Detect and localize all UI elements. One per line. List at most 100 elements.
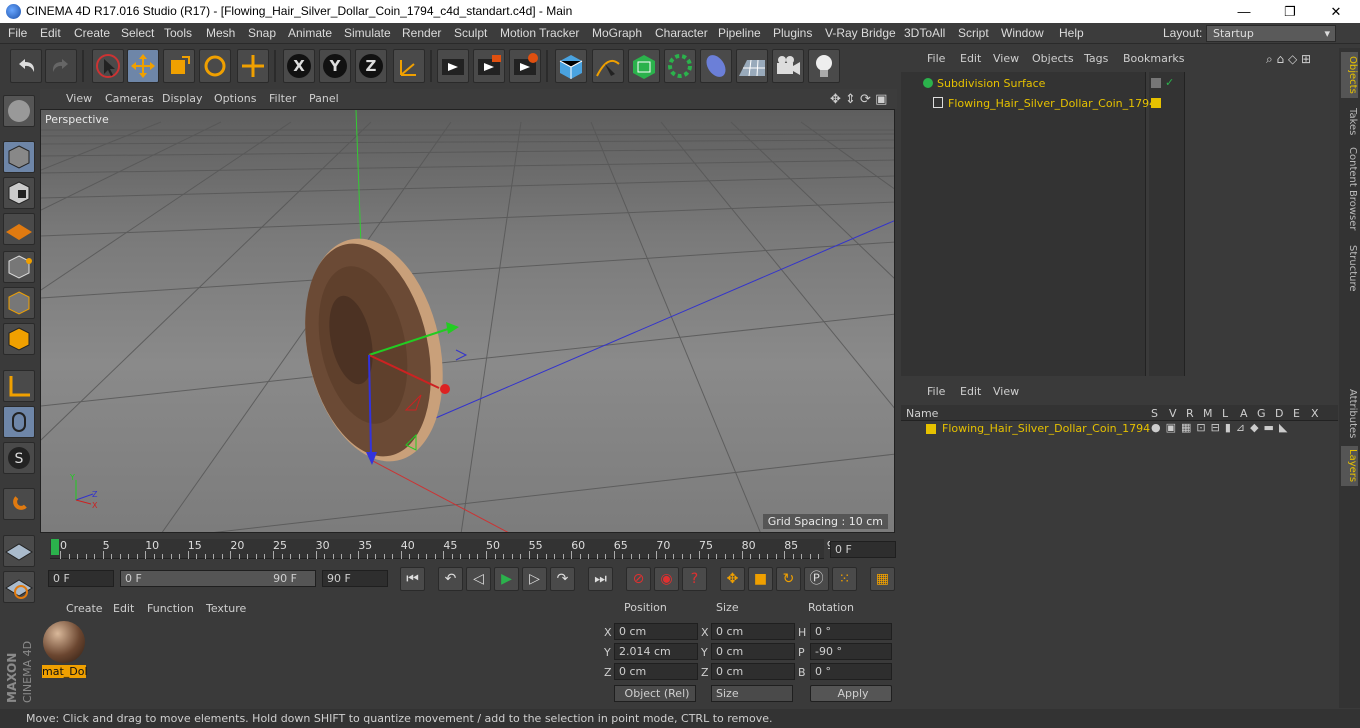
y-axis-lock-button[interactable]: Y xyxy=(319,49,351,83)
menu-create[interactable]: Create xyxy=(74,26,110,40)
redo-button[interactable] xyxy=(45,49,77,83)
rotation-b-field[interactable]: 0 ° xyxy=(810,663,892,680)
recent-tool-button[interactable] xyxy=(237,49,269,83)
cube-object-button[interactable] xyxy=(555,49,587,83)
render-picture-viewer-button[interactable] xyxy=(473,49,505,83)
object-coin[interactable]: Flowing_Hair_Silver_Dollar_Coin_1794 xyxy=(948,97,1156,110)
go-to-start-button[interactable]: ⏮ xyxy=(400,567,425,591)
size-z-field[interactable]: 0 cm xyxy=(711,663,795,680)
z-axis-lock-button[interactable]: Z xyxy=(355,49,387,83)
menu-pipeline[interactable]: Pipeline xyxy=(718,26,761,40)
menu-script[interactable]: Script xyxy=(958,26,989,40)
menu-help[interactable]: Help xyxy=(1059,26,1084,40)
layer-color-swatch[interactable] xyxy=(1151,98,1161,108)
viewport-menu-display[interactable]: Display xyxy=(162,92,203,105)
move-tool-button[interactable] xyxy=(127,49,159,83)
menu-snap[interactable]: Snap xyxy=(248,26,276,40)
layout-dropdown[interactable]: Startup ▾ xyxy=(1206,25,1336,42)
menu-animate[interactable]: Animate xyxy=(288,26,332,40)
menu-mesh[interactable]: Mesh xyxy=(206,26,235,40)
viewport-nav-icons[interactable]: ✥ ⇕ ⟳ ▣ xyxy=(830,92,887,107)
points-mode-button[interactable] xyxy=(3,251,35,283)
start-frame-field[interactable]: 0 F xyxy=(48,570,114,587)
tab-attributes[interactable]: Attributes xyxy=(1341,384,1358,444)
search-icon[interactable]: ⌕ ⌂ ◇ ⊞ xyxy=(1266,52,1311,67)
frame-range-slider[interactable]: 0 F 90 F xyxy=(120,570,316,587)
snap-button[interactable] xyxy=(3,488,35,520)
material-swatch[interactable]: mat_Dol xyxy=(42,620,88,678)
check-icon[interactable]: ✓ xyxy=(1165,76,1174,89)
viewport-menu-options[interactable]: Options xyxy=(214,92,256,105)
viewport-perspective[interactable]: Y Z X Perspective Grid Spacing : 10 cm xyxy=(40,109,895,533)
subdivision-surface-button[interactable] xyxy=(628,49,660,83)
floor-button[interactable] xyxy=(736,49,768,83)
apply-button[interactable]: Apply xyxy=(810,685,892,702)
coordinate-system-button[interactable] xyxy=(393,49,425,83)
solo-button[interactable]: S xyxy=(3,442,35,474)
coord-mode-dropdown[interactable]: Object (Rel) xyxy=(614,685,696,702)
timeline-window-button[interactable]: ▦ xyxy=(870,567,895,591)
menu-mograph[interactable]: MoGraph xyxy=(592,26,642,40)
light-button[interactable] xyxy=(808,49,840,83)
menu-tools[interactable]: Tools xyxy=(164,26,192,40)
objects-menu-objects[interactable]: Objects xyxy=(1032,52,1074,65)
object-subdivision-surface[interactable]: Subdivision Surface xyxy=(937,77,1045,90)
position-y-field[interactable]: 2.014 cm xyxy=(614,643,698,660)
edges-mode-button[interactable] xyxy=(3,287,35,319)
key-scale-button[interactable]: ■ xyxy=(748,567,773,591)
next-frame-button[interactable]: ▷ xyxy=(522,567,547,591)
objects-menu-tags[interactable]: Tags xyxy=(1084,52,1108,65)
viewport-menu-view[interactable]: View xyxy=(66,92,92,105)
workplane-mode-button[interactable] xyxy=(3,213,35,245)
undo-button[interactable] xyxy=(10,49,42,83)
next-key-button[interactable]: ↷ xyxy=(550,567,575,591)
rotate-tool-button[interactable] xyxy=(199,49,231,83)
viewport-menu-panel[interactable]: Panel xyxy=(309,92,339,105)
key-parameter-button[interactable]: Ⓟ xyxy=(804,567,829,591)
menu-vray-bridge[interactable]: V-Ray Bridge xyxy=(825,26,896,40)
layer-row-coin[interactable]: Flowing_Hair_Silver_Dollar_Coin_1794 xyxy=(942,422,1150,435)
polygons-mode-button[interactable] xyxy=(3,323,35,355)
layers-menu-file[interactable]: File xyxy=(927,385,945,398)
rotation-p-field[interactable]: -90 ° xyxy=(810,643,892,660)
key-pla-button[interactable]: ⁙ xyxy=(832,567,857,591)
position-x-field[interactable]: 0 cm xyxy=(614,623,698,640)
texture-mode-button[interactable] xyxy=(3,177,35,209)
tab-content-browser[interactable]: Content Browser xyxy=(1341,144,1358,234)
model-mode-button[interactable] xyxy=(3,141,35,173)
key-rotation-button[interactable]: ↻ xyxy=(776,567,801,591)
menu-motion-tracker[interactable]: Motion Tracker xyxy=(500,26,579,40)
objects-menu-edit[interactable]: Edit xyxy=(960,52,981,65)
axis-mode-button[interactable] xyxy=(3,370,35,402)
pen-spline-button[interactable] xyxy=(592,49,624,83)
menu-window[interactable]: Window xyxy=(1001,26,1044,40)
viewport-menu-cameras[interactable]: Cameras xyxy=(105,92,154,105)
live-selection-button[interactable] xyxy=(92,49,124,83)
menu-plugins[interactable]: Plugins xyxy=(773,26,812,40)
previous-key-button[interactable]: ↶ xyxy=(438,567,463,591)
menu-file[interactable]: File xyxy=(8,26,27,40)
array-button[interactable] xyxy=(664,49,696,83)
layer-color-swatch[interactable] xyxy=(926,424,936,434)
go-to-end-button[interactable]: ⏭ xyxy=(588,567,613,591)
menu-sculpt[interactable]: Sculpt xyxy=(454,26,487,40)
current-frame-field[interactable]: 0 F xyxy=(830,541,896,558)
x-axis-lock-button[interactable]: X xyxy=(283,49,315,83)
camera-button[interactable] xyxy=(772,49,804,83)
layers-menu-view[interactable]: View xyxy=(993,385,1019,398)
material-menu-texture[interactable]: Texture xyxy=(206,602,246,615)
layers-menu-edit[interactable]: Edit xyxy=(960,385,981,398)
previous-frame-button[interactable]: ◁ xyxy=(466,567,491,591)
objects-menu-file[interactable]: File xyxy=(927,52,945,65)
viewport-menu-filter[interactable]: Filter xyxy=(269,92,296,105)
deformer-button[interactable] xyxy=(700,49,732,83)
playhead[interactable] xyxy=(51,539,59,555)
objects-menu-bookmarks[interactable]: Bookmarks xyxy=(1123,52,1184,65)
keyframe-selection-button[interactable]: ? xyxy=(682,567,707,591)
rotation-h-field[interactable]: 0 ° xyxy=(810,623,892,640)
tab-takes[interactable]: Takes xyxy=(1341,104,1358,140)
size-y-field[interactable]: 0 cm xyxy=(711,643,795,660)
tab-structure[interactable]: Structure xyxy=(1341,240,1358,296)
close-button[interactable]: ✕ xyxy=(1313,0,1359,23)
layer-toggle-icons[interactable]: ●▣▦⊡⊟▮⊿◆▬◣ xyxy=(1151,421,1292,434)
